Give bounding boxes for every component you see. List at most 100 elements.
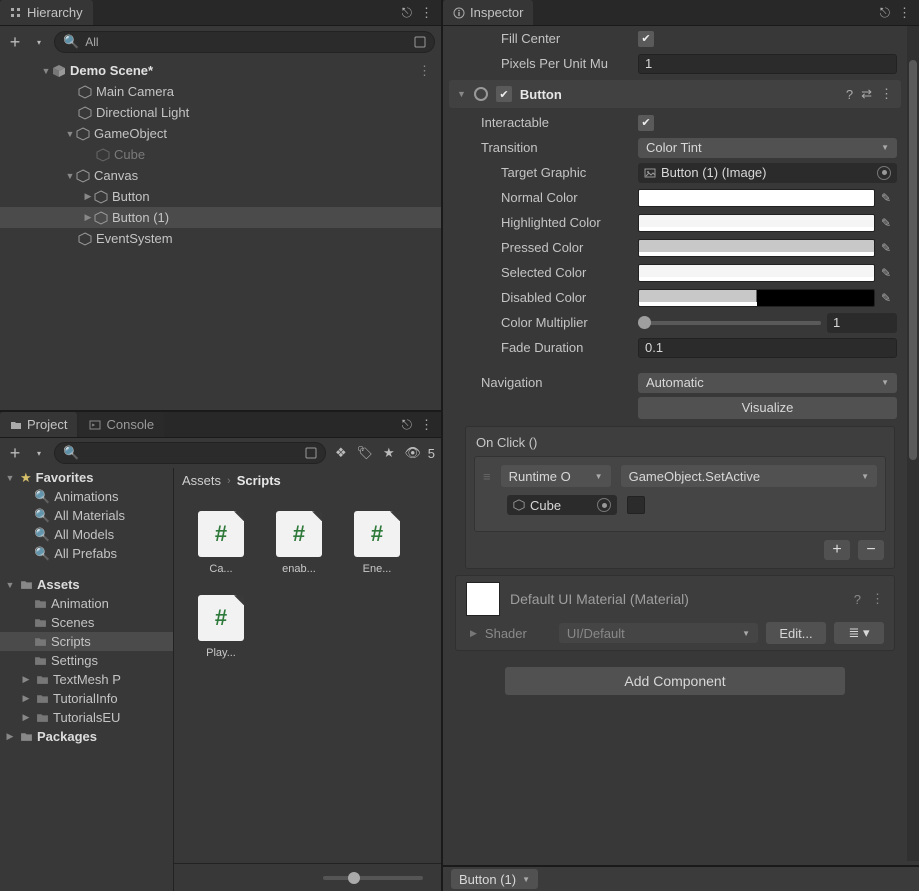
selected-color-swatch[interactable]: [638, 264, 875, 282]
edit-shader-button[interactable]: Edit...: [766, 622, 826, 644]
transition-dropdown[interactable]: Color Tint▼: [638, 138, 897, 158]
onclick-runtime-dropdown[interactable]: Runtime O▼: [501, 465, 611, 487]
inspector-tab[interactable]: Inspector: [443, 0, 533, 25]
assets-header[interactable]: ▼ Assets: [0, 575, 173, 594]
asset-script[interactable]: #Ca...: [192, 511, 250, 575]
onclick-add-button[interactable]: +: [824, 540, 850, 560]
target-graphic-field[interactable]: Button (1) (Image): [638, 163, 897, 183]
kebab-icon[interactable]: ⋮: [420, 417, 433, 433]
drag-handle-icon[interactable]: ≡: [483, 469, 491, 484]
eyedropper-icon[interactable]: ✎: [881, 266, 897, 280]
fav-animations[interactable]: 🔍Animations: [0, 487, 173, 506]
hierarchy-main-camera[interactable]: Main Camera: [0, 81, 441, 102]
filter-label-icon[interactable]: 🏷: [356, 444, 374, 462]
favorites-header[interactable]: ▼ ★ Favorites: [0, 468, 173, 487]
folder-textmeshp[interactable]: ▶TextMesh P: [0, 670, 173, 689]
hidden-icon[interactable]: 👁: [404, 444, 422, 462]
scene-row[interactable]: ▼ Demo Scene* ⋮: [0, 60, 441, 81]
filter-type-icon[interactable]: ❖: [332, 444, 350, 462]
expand-arrow-icon[interactable]: ▶: [82, 191, 94, 202]
add-component-button[interactable]: Add Component: [505, 667, 845, 695]
button-component-header[interactable]: ▼ ✔ Button ? ⇄ ⋮: [449, 80, 901, 108]
color-multiplier-input[interactable]: 1: [827, 313, 897, 333]
asset-script[interactable]: #Play...: [192, 595, 250, 659]
hierarchy-eventsystem[interactable]: EventSystem: [0, 228, 441, 249]
onclick-method-dropdown[interactable]: GameObject.SetActive▼: [621, 465, 877, 487]
hierarchy-button1-selected[interactable]: ▶ Button (1): [0, 207, 441, 228]
onclick-bool-checkbox[interactable]: [627, 496, 645, 514]
kebab-icon[interactable]: ⋮: [898, 5, 911, 21]
disabled-color-swatch[interactable]: [638, 289, 875, 307]
asset-script[interactable]: #Ene...: [348, 511, 406, 575]
eyedropper-icon[interactable]: ✎: [881, 216, 897, 230]
add-button[interactable]: +: [6, 33, 24, 51]
lock-icon[interactable]: ⎋: [880, 5, 890, 21]
component-enable-checkbox[interactable]: ✔: [496, 86, 512, 102]
expand-arrow-icon[interactable]: ▼: [40, 66, 52, 76]
pixels-per-unit-input[interactable]: 1: [638, 54, 897, 74]
fill-center-checkbox[interactable]: ✔: [638, 31, 654, 47]
hierarchy-cube-disabled[interactable]: Cube: [0, 144, 441, 165]
folder-settings[interactable]: Settings: [0, 651, 173, 670]
pressed-color-swatch[interactable]: [638, 239, 875, 257]
folder-tutorialinfo[interactable]: ▶TutorialInfo: [0, 689, 173, 708]
normal-color-swatch[interactable]: [638, 189, 875, 207]
fav-models[interactable]: 🔍All Models: [0, 525, 173, 544]
hierarchy-button[interactable]: ▶ Button: [0, 186, 441, 207]
hierarchy-tab[interactable]: Hierarchy: [0, 0, 93, 25]
expand-arrow-icon[interactable]: ▶: [470, 628, 477, 639]
eyedropper-icon[interactable]: ✎: [881, 241, 897, 255]
preset-icon[interactable]: ⇄: [861, 86, 872, 102]
highlighted-color-swatch[interactable]: [638, 214, 875, 232]
packages-header[interactable]: ▶ Packages: [0, 727, 173, 746]
hierarchy-search-input[interactable]: 🔍 All: [54, 31, 435, 53]
hierarchy-gameobject[interactable]: ▼ GameObject: [0, 123, 441, 144]
onclick-target-object[interactable]: Cube: [507, 495, 617, 515]
onclick-remove-button[interactable]: −: [858, 540, 884, 560]
dropdown-caret-icon[interactable]: ▾: [30, 444, 48, 462]
asset-selector-dropdown[interactable]: Button (1)▼: [451, 869, 538, 889]
material-swatch[interactable]: [466, 582, 500, 616]
lock-icon[interactable]: ⎋: [402, 5, 412, 21]
hierarchy-directional-light[interactable]: Directional Light: [0, 102, 441, 123]
filter-star-icon[interactable]: ★: [380, 444, 398, 462]
project-search-input[interactable]: 🔍: [54, 442, 326, 464]
shader-dropdown[interactable]: UI/Default▼: [559, 623, 758, 643]
breadcrumb-current[interactable]: Scripts: [237, 473, 281, 488]
folder-scripts-selected[interactable]: Scripts: [0, 632, 173, 651]
visualize-button[interactable]: Visualize: [638, 397, 897, 419]
kebab-icon[interactable]: ⋮: [871, 591, 884, 607]
fade-duration-input[interactable]: 0.1: [638, 338, 897, 358]
kebab-icon[interactable]: ⋮: [880, 86, 893, 102]
expand-arrow-icon[interactable]: ▶: [82, 212, 94, 223]
fav-materials[interactable]: 🔍All Materials: [0, 506, 173, 525]
help-icon[interactable]: ?: [846, 87, 853, 102]
project-tab[interactable]: Project: [0, 412, 77, 437]
folder-animation[interactable]: Animation: [0, 594, 173, 613]
search-target-icon[interactable]: [305, 447, 317, 459]
asset-script[interactable]: #enab...: [270, 511, 328, 575]
shader-view-button[interactable]: ≣ ▾: [834, 622, 884, 644]
color-multiplier-slider[interactable]: [638, 321, 821, 325]
expand-arrow-icon[interactable]: ▼: [64, 171, 76, 181]
lock-icon[interactable]: ⎋: [402, 417, 412, 433]
hierarchy-canvas[interactable]: ▼ Canvas: [0, 165, 441, 186]
eyedropper-icon[interactable]: ✎: [881, 191, 897, 205]
console-tab[interactable]: Console: [79, 412, 164, 437]
search-target-icon[interactable]: [414, 36, 426, 48]
navigation-dropdown[interactable]: Automatic▼: [638, 373, 897, 393]
object-picker-icon[interactable]: [877, 166, 891, 180]
kebab-icon[interactable]: ⋮: [418, 63, 441, 79]
fav-prefabs[interactable]: 🔍All Prefabs: [0, 544, 173, 563]
folder-scenes[interactable]: Scenes: [0, 613, 173, 632]
folder-tutorialseu[interactable]: ▶TutorialsEU: [0, 708, 173, 727]
eyedropper-icon[interactable]: ✎: [881, 291, 897, 305]
object-picker-icon[interactable]: [597, 498, 611, 512]
dropdown-caret-icon[interactable]: ▾: [30, 33, 48, 51]
kebab-icon[interactable]: ⋮: [420, 5, 433, 21]
add-button[interactable]: +: [6, 444, 24, 462]
inspector-scrollbar[interactable]: [907, 26, 919, 861]
asset-size-slider[interactable]: [323, 876, 423, 880]
breadcrumb-root[interactable]: Assets: [182, 473, 221, 488]
interactable-checkbox[interactable]: ✔: [638, 115, 654, 131]
